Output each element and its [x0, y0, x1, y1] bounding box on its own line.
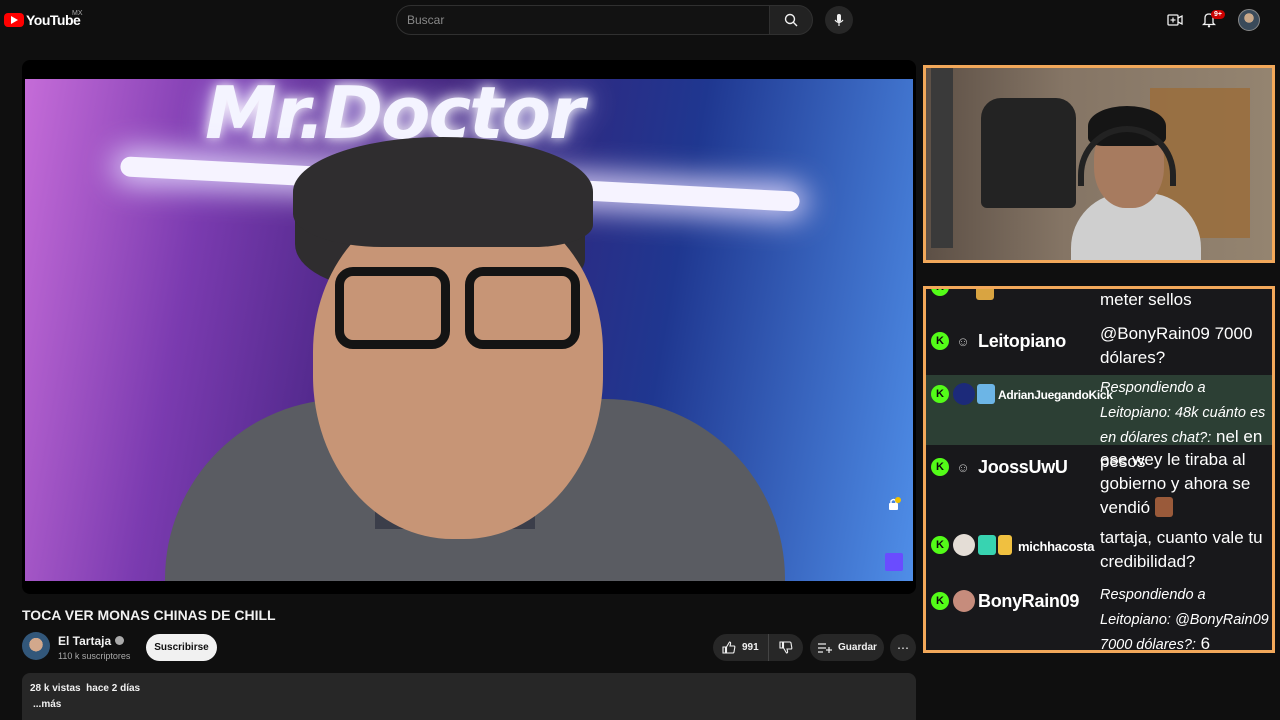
presenter-face [313, 199, 603, 539]
chat-message: K BonyRain09 Respondiendo a Leitopiano: … [926, 582, 1272, 653]
region-label: MX [72, 10, 83, 17]
channel-name-text[interactable]: El Tartaja [58, 634, 111, 648]
chat-username[interactable]: AdrianJuegandoKick [998, 388, 1113, 402]
like-dislike-group: 991 [713, 634, 803, 661]
view-count: 28 k vistas [30, 683, 81, 694]
save-label: Guardar [838, 642, 877, 653]
chat-message: K AdrianJuegandoKick Respondiendo a Leit… [926, 375, 1272, 471]
voice-search-button[interactable] [825, 6, 853, 34]
chat-message-text: tartaja, cuanto vale tu credibilidad? [1100, 528, 1263, 571]
lock-icon[interactable] [887, 497, 901, 511]
video-frame[interactable]: Mr.Doctor [25, 79, 913, 581]
search-input[interactable] [397, 6, 769, 34]
chat-message-body: ese wey le tiraba al gobierno y ahora se… [1100, 450, 1251, 517]
upload-age: hace 2 días [86, 683, 141, 694]
chat-message: K michhacosta tartaja, cuanto vale tu cr… [926, 526, 1272, 576]
chat-message-header: K [926, 289, 1100, 314]
user-icon: ☺ [956, 459, 970, 475]
search-box[interactable] [396, 5, 770, 35]
youtube-logo[interactable]: YouTube MX [4, 10, 83, 28]
kick-badge-icon: K [931, 592, 949, 610]
sub-badge-icon [978, 535, 996, 555]
chat-message-header: K michhacosta [926, 526, 1100, 576]
emote-icon [1154, 497, 1173, 517]
glasses-lens-left [335, 267, 450, 349]
video-title: TOCA VER MONAS CHINAS DE CHILL [22, 607, 276, 623]
user-avatar [953, 590, 975, 612]
chat-username[interactable]: michhacosta [1018, 539, 1094, 554]
chat-username[interactable]: BonyRain09 [978, 591, 1079, 612]
kick-badge-icon: K [931, 289, 949, 296]
webcam-jersey [981, 98, 1076, 208]
dislike-button[interactable] [769, 641, 803, 654]
like-count: 991 [742, 642, 759, 653]
sub-badge-icon [976, 289, 994, 300]
chat-message-text: Respondiendo a Leitopiano: 48k cuánto es… [1100, 375, 1272, 471]
glasses-lens-right [465, 267, 580, 349]
chat-message: K meter sellos [926, 289, 1272, 314]
add-to-playlist-icon [818, 642, 832, 653]
channel-name[interactable]: El Tartaja [58, 634, 125, 648]
video-player[interactable]: Mr.Doctor [22, 60, 916, 594]
youtube-play-icon [4, 13, 24, 27]
chat-message-header: K AdrianJuegandoKick [926, 375, 1113, 445]
user-avatar [953, 534, 975, 556]
notifications-badge: 9+ [1211, 10, 1225, 19]
kick-badge-icon: K [931, 385, 949, 403]
description-box[interactable]: 28 k vistas hace 2 días ...más [22, 673, 916, 720]
chat-message-header: K ☺ JoossUwU [926, 448, 1100, 523]
show-more-link[interactable]: ...más [30, 699, 908, 710]
user-avatar [953, 383, 975, 405]
kick-badge-icon: K [931, 458, 949, 476]
chat-message-text: meter sellos [1100, 290, 1192, 309]
streamer-webcam [923, 65, 1275, 263]
subscribe-button[interactable]: Suscribirse [146, 634, 217, 661]
top-bar: YouTube MX 9+ [0, 0, 1280, 40]
microphone-icon [834, 14, 844, 26]
more-actions-button[interactable]: ⋯ [890, 634, 916, 661]
description-meta: 28 k vistas hace 2 días [30, 683, 908, 694]
user-icon: ☺ [956, 333, 970, 349]
create-video-icon [1167, 14, 1183, 26]
thumbs-down-icon [779, 641, 793, 654]
chat-message-text: @BonyRain09 7000 dólares? [1100, 324, 1253, 367]
save-button[interactable]: Guardar [810, 634, 884, 661]
chat-message-text: ese wey le tiraba al gobierno y ahora se… [1100, 448, 1272, 523]
chat-username[interactable]: Leitopiano [978, 331, 1066, 352]
chat-message-text: Respondiendo a Leitopiano: @BonyRain09 7… [1100, 582, 1272, 653]
gift-badge-icon [998, 535, 1012, 555]
chat-message: K ☺ Leitopiano @BonyRain09 7000 dólares? [926, 322, 1272, 372]
subscriber-count: 110 k suscriptores [58, 651, 131, 661]
chat-username[interactable]: JoossUwU [978, 457, 1068, 478]
reply-context: Respondiendo a Leitopiano: @BonyRain09 7… [1100, 587, 1269, 653]
thumbs-up-icon [722, 641, 736, 654]
create-button[interactable] [1165, 10, 1185, 30]
presenter-hair-top [293, 137, 593, 247]
presenter-glasses [325, 267, 580, 357]
chat-message: K ☺ JoossUwU ese wey le tiraba al gobier… [926, 448, 1272, 523]
chat-message-header: K ☺ Leitopiano [926, 322, 1100, 372]
kick-badge-icon: K [931, 536, 949, 554]
chat-message-header: K BonyRain09 [926, 582, 1100, 650]
channel-avatar[interactable] [22, 632, 50, 660]
search-icon [784, 13, 798, 27]
account-avatar[interactable] [1238, 9, 1260, 31]
verified-icon [115, 636, 125, 645]
sub-badge-icon [977, 384, 995, 404]
webcam-microphone [931, 68, 953, 248]
like-button[interactable]: 991 [713, 634, 769, 661]
channel-watermark-icon[interactable] [885, 553, 903, 571]
kick-badge-icon: K [931, 332, 949, 350]
search-button[interactable] [769, 5, 813, 35]
reply-text: 6 [1200, 634, 1211, 653]
live-chat-overlay: K meter sellos K ☺ Leitopiano @BonyRain0… [923, 286, 1275, 653]
